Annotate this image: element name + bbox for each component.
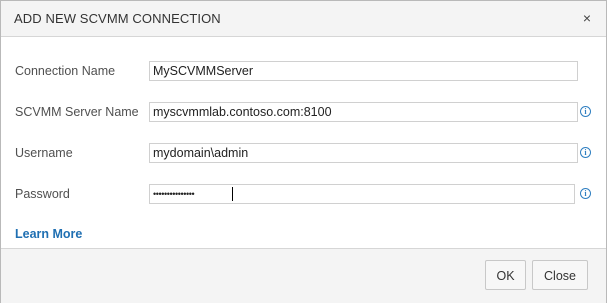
dialog-title: ADD NEW SCVMM CONNECTION — [14, 11, 221, 26]
dialog-footer: OK Close — [1, 248, 606, 303]
password-row: Password ••••••••••••••• i — [1, 184, 606, 206]
connection-name-label: Connection Name — [15, 64, 116, 78]
info-icon[interactable]: i — [580, 147, 591, 158]
username-row: Username i — [1, 143, 606, 165]
dialog-titlebar: ADD NEW SCVMM CONNECTION × — [1, 1, 606, 37]
server-name-input[interactable] — [149, 102, 578, 122]
password-label: Password — [15, 187, 70, 201]
password-mask: ••••••••••••••• — [153, 189, 195, 199]
close-icon[interactable]: × — [579, 9, 595, 27]
ok-button[interactable]: OK — [485, 260, 526, 290]
username-label: Username — [15, 146, 73, 160]
close-button[interactable]: Close — [532, 260, 588, 290]
add-connection-dialog: ADD NEW SCVMM CONNECTION × Connection Na… — [0, 0, 607, 303]
server-name-label: SCVMM Server Name — [15, 105, 139, 119]
info-icon[interactable]: i — [580, 106, 591, 117]
username-input[interactable] — [149, 143, 578, 163]
learn-more-link[interactable]: Learn More — [15, 227, 82, 241]
text-caret — [232, 187, 233, 201]
connection-name-input[interactable] — [149, 61, 578, 81]
connection-name-row: Connection Name — [1, 61, 606, 83]
info-icon[interactable]: i — [580, 188, 591, 199]
server-name-row: SCVMM Server Name i — [1, 102, 606, 124]
password-input[interactable]: ••••••••••••••• — [149, 184, 575, 204]
